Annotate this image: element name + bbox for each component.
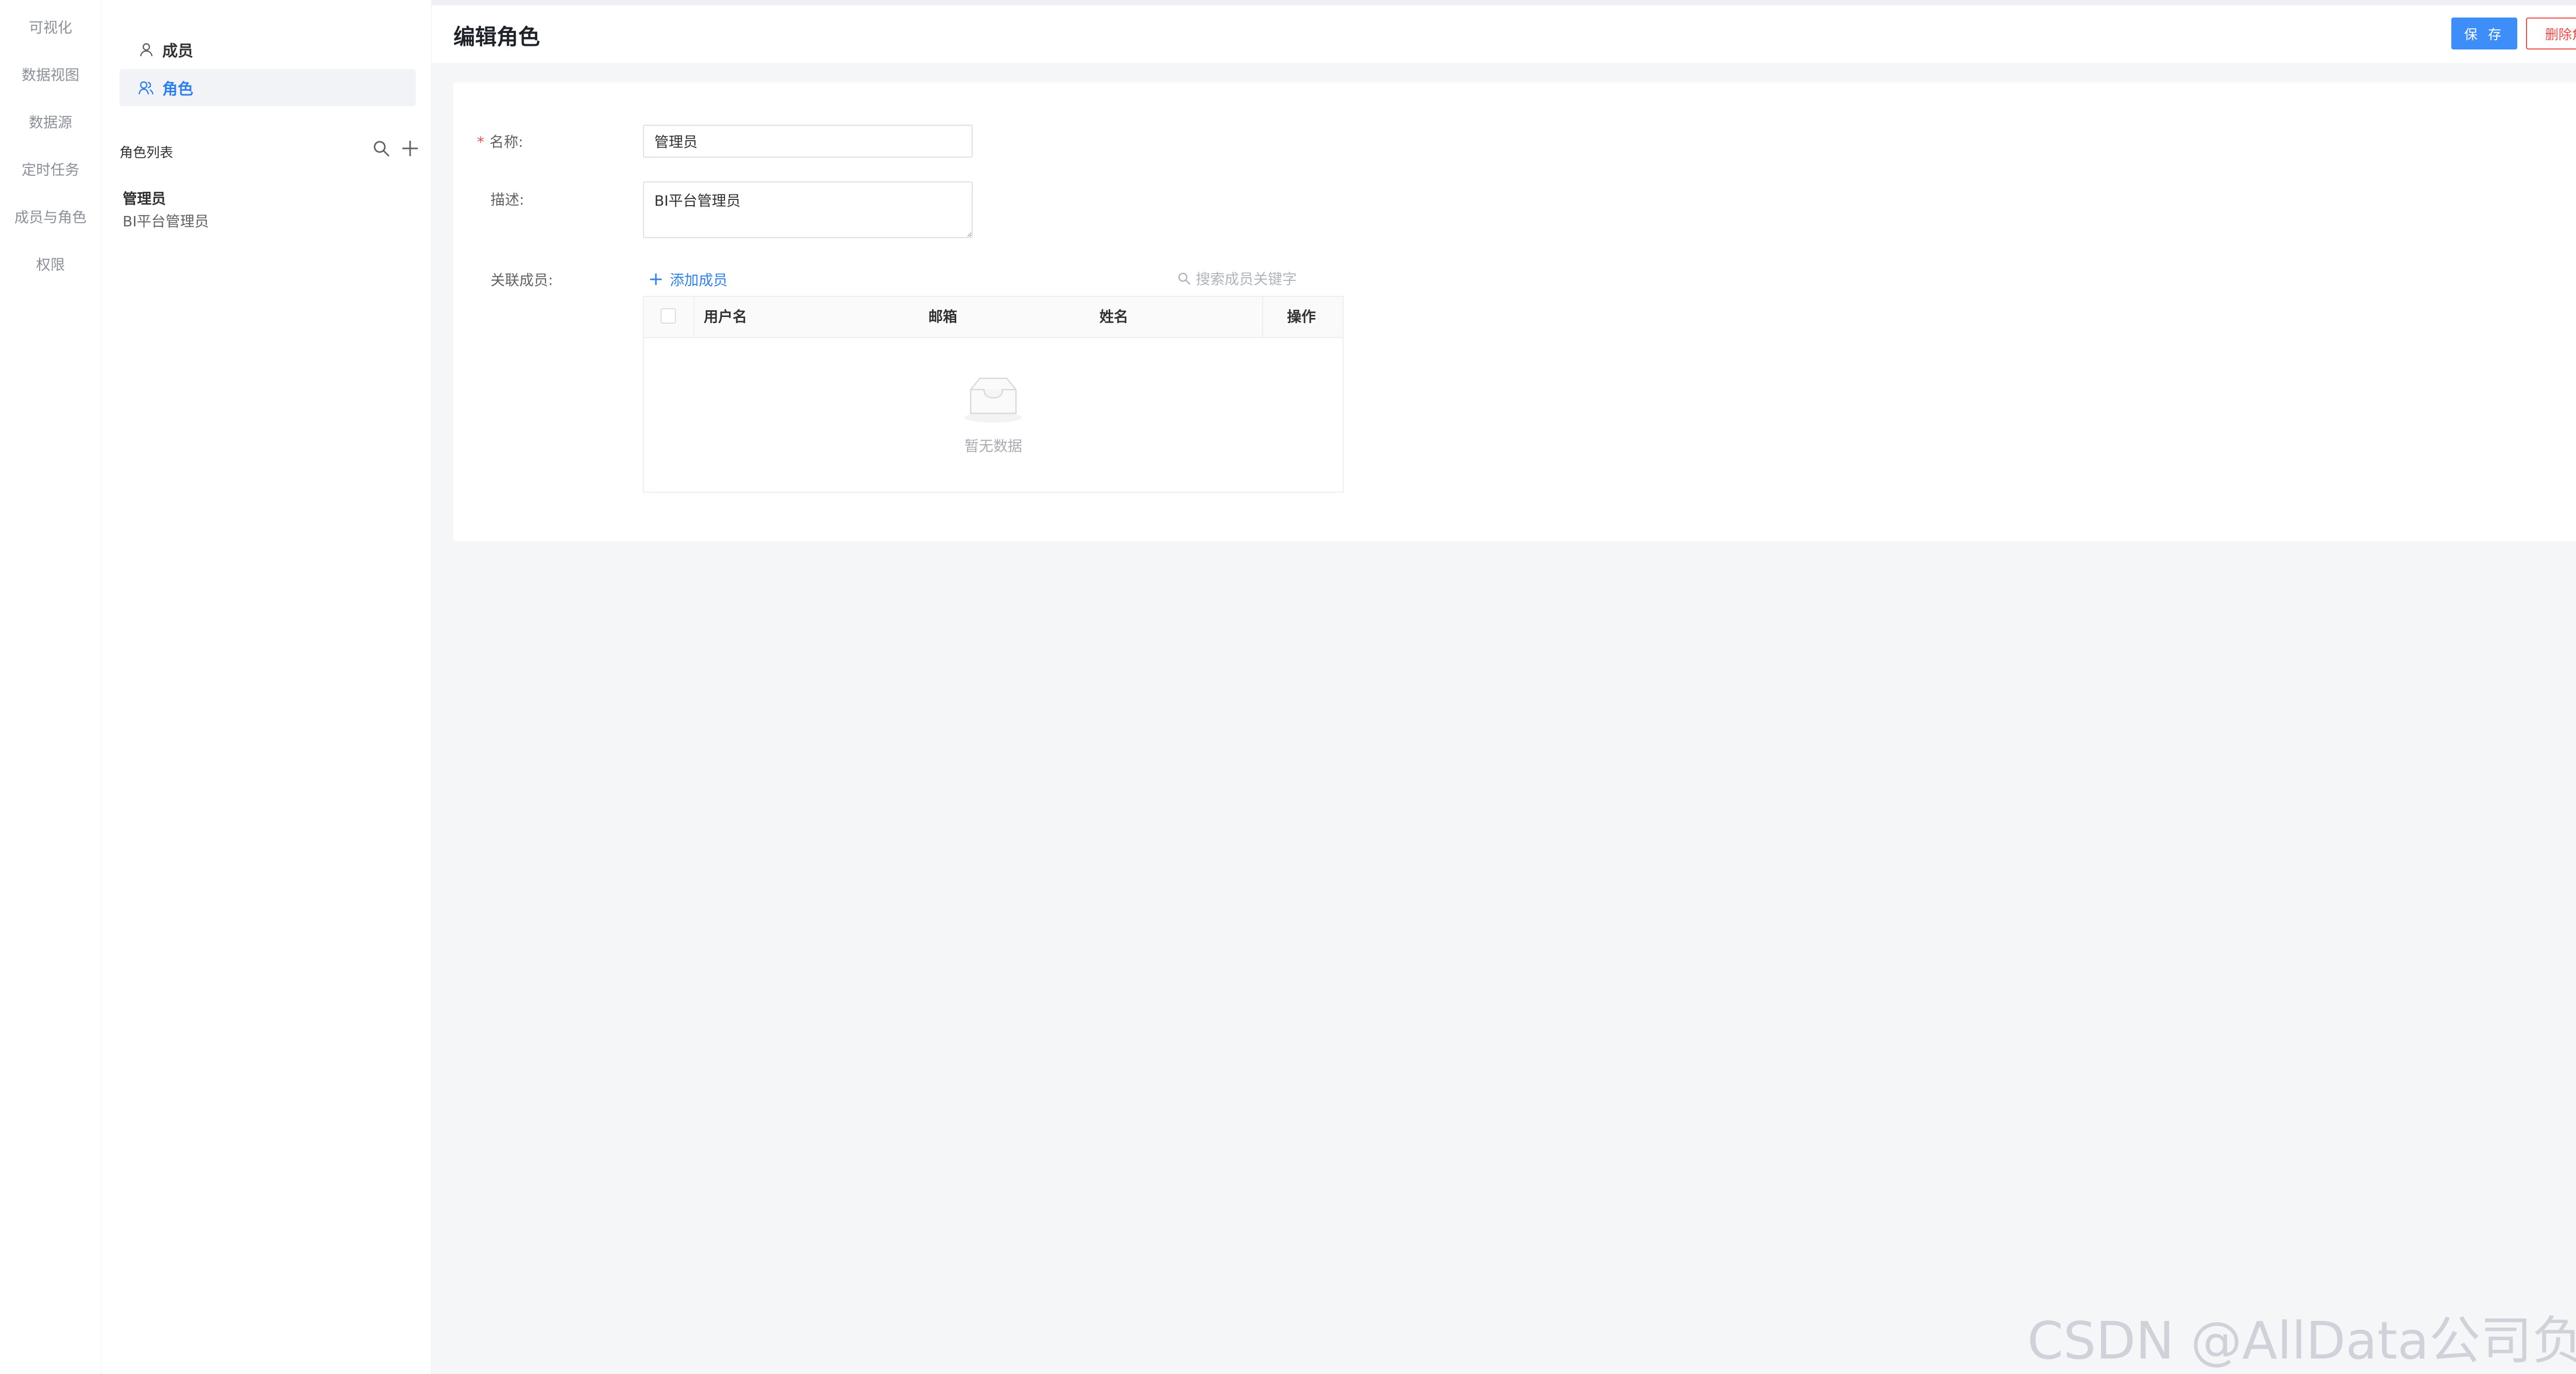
member-search-input[interactable]: 搜索成员关键字: [1177, 268, 1332, 289]
sidebar-item-roles[interactable]: 角色: [120, 69, 416, 106]
column-header-actions: 操作: [1287, 308, 1316, 325]
role-list-item-name[interactable]: 管理员: [123, 188, 166, 208]
user-icon: [138, 41, 155, 58]
empty-inbox-icon: [964, 377, 1022, 423]
watermark: CSDN @AllData公司负责人: [2027, 1311, 2576, 1371]
delete-role-button[interactable]: 删除角色: [2526, 18, 2576, 49]
nav-item-data-source[interactable]: 数据源: [0, 112, 101, 133]
search-icon: [1178, 273, 1191, 285]
sidebar-item-label: 角色: [162, 80, 193, 98]
column-divider: [693, 297, 694, 337]
add-member-link[interactable]: + 添加成员: [648, 269, 727, 290]
members-label: 关联成员:: [490, 272, 553, 289]
name-label: * 名称:: [477, 131, 523, 152]
role-name-input[interactable]: [643, 125, 973, 158]
name-label-text: 名称:: [489, 133, 523, 150]
select-all-checkbox[interactable]: [660, 308, 676, 324]
column-header-username[interactable]: 用户名: [704, 297, 747, 337]
module-nav: 可视化 数据视图 数据源 定时任务 成员与角色 权限: [0, 0, 101, 1374]
column-divider: [1262, 297, 1263, 337]
empty-state-text: 暂无数据: [964, 438, 1022, 455]
role-list-heading: 角色列表: [120, 145, 174, 161]
nav-item-scheduled-task[interactable]: 定时任务: [0, 160, 101, 180]
search-icon[interactable]: [372, 139, 391, 158]
save-button[interactable]: 保 存: [2451, 18, 2517, 49]
member-search-placeholder: 搜索成员关键字: [1196, 271, 1297, 288]
members-table: 用户名 邮箱 姓名 操作 暂无数据: [643, 296, 1344, 493]
required-marker: *: [477, 133, 484, 150]
sidebar-item-members[interactable]: 成员: [120, 31, 416, 68]
column-header-email[interactable]: 邮箱: [928, 297, 957, 337]
nav-item-data-view[interactable]: 数据视图: [0, 65, 101, 86]
sidebar-item-label: 成员: [162, 42, 193, 60]
table-header: 用户名 邮箱 姓名 操作: [644, 297, 1343, 338]
page-title: 编辑角色: [453, 24, 540, 49]
role-icon: [138, 79, 155, 96]
nav-item-permissions[interactable]: 权限: [0, 255, 101, 275]
description-label: 描述:: [490, 191, 524, 208]
column-header-fullname[interactable]: 姓名: [1099, 297, 1128, 337]
add-icon[interactable]: [401, 139, 419, 158]
role-description-textarea[interactable]: BI平台管理员: [643, 181, 973, 238]
nav-item-visualization[interactable]: 可视化: [0, 18, 101, 38]
add-member-label: 添加成员: [670, 272, 728, 289]
page-header: [432, 0, 2576, 63]
nav-item-members-roles[interactable]: 成员与角色: [0, 207, 101, 228]
role-list-item-description: BI平台管理员: [123, 213, 209, 230]
plus-icon: +: [648, 269, 664, 290]
